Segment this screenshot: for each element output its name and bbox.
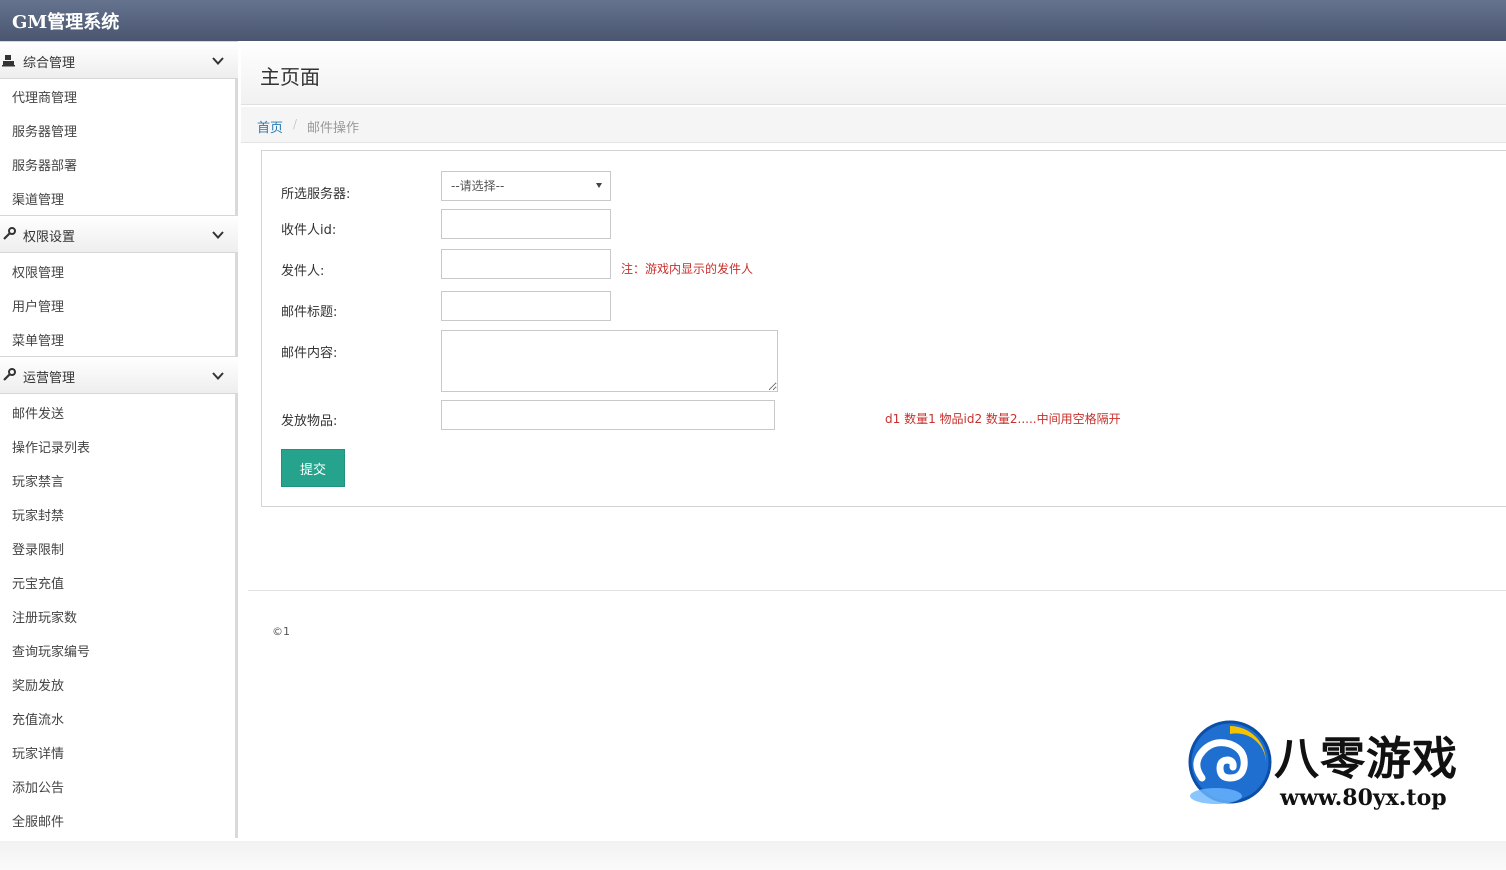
server-select[interactable]: --请选择--	[441, 171, 611, 201]
sidebar-item-reward[interactable]: 奖励发放	[12, 675, 64, 694]
submit-button[interactable]: 提交	[281, 449, 345, 487]
sidebar-item-menu[interactable]: 菜单管理	[12, 330, 64, 349]
breadcrumb: 首页 / 邮件操作	[241, 107, 1506, 143]
breadcrumb-current: 邮件操作	[307, 121, 360, 136]
sender-note: 注：游戏内显示的发件人	[621, 262, 754, 276]
breadcrumb-separator: /	[293, 117, 298, 131]
sidebar-item-operation-log[interactable]: 操作记录列表	[12, 437, 90, 456]
sidebar-item-permission[interactable]: 权限管理	[12, 262, 64, 281]
chevron-down-icon	[211, 53, 225, 67]
sidebar-item-add-notice[interactable]: 添加公告	[12, 777, 64, 796]
sidebar-item-ingot-recharge[interactable]: 元宝充值	[12, 573, 64, 592]
mail-form: 所选服务器: --请选择-- 收件人id: 发件人: 注：游戏内显示的发件人 邮…	[261, 150, 1506, 507]
watermark-name: 八零游戏	[1274, 732, 1459, 785]
items-label: 发放物品:	[281, 414, 338, 429]
chevron-down-icon	[211, 227, 225, 241]
sidebar-item-player-number[interactable]: 查询玩家编号	[12, 641, 90, 660]
sidebar-item-user[interactable]: 用户管理	[12, 296, 64, 315]
recipient-id-label: 收件人id:	[281, 223, 337, 238]
wrench-icon	[2, 368, 16, 382]
sidebar-item-player-ban[interactable]: 玩家封禁	[12, 505, 64, 524]
sidebar: 综合管理 代理商管理 服务器管理 服务器部署 渠道管理 权限设置 权限管理 用户…	[0, 41, 238, 838]
sidebar-item-server[interactable]: 服务器管理	[12, 121, 77, 140]
chevron-down-icon	[211, 368, 225, 382]
sidebar-group-operations[interactable]: 运营管理	[0, 356, 238, 394]
wrench-icon	[2, 227, 16, 241]
app-title: GM管理系统	[12, 12, 120, 33]
mail-content-label: 邮件内容:	[281, 346, 338, 361]
sidebar-item-recharge-flow[interactable]: 充值流水	[12, 709, 64, 728]
caret-down-icon	[596, 183, 602, 188]
bottom-strip	[0, 841, 1506, 870]
sidebar-item-channel[interactable]: 渠道管理	[12, 189, 64, 208]
recipient-id-input[interactable]	[441, 209, 611, 239]
sidebar-item-send-mail[interactable]: 邮件发送	[12, 403, 64, 422]
sidebar-item-registered-players[interactable]: 注册玩家数	[12, 607, 77, 626]
server-select-value: --请选择--	[451, 179, 505, 193]
server-label: 所选服务器:	[281, 187, 351, 202]
watermark-url: www.80yx.top	[1280, 785, 1447, 811]
top-bar: GM管理系统	[0, 0, 1506, 41]
page-header: 主页面	[241, 41, 1506, 105]
watermark: 八零游戏 www.80yx.top	[1186, 713, 1506, 848]
sidebar-group-permissions[interactable]: 权限设置	[0, 215, 238, 253]
sidebar-group-label: 运营管理	[23, 371, 76, 386]
sidebar-group-label: 权限设置	[23, 230, 76, 245]
items-note: d1 数量1 物品id2 数量2.....中间用空格隔开	[885, 412, 1121, 426]
mail-title-label: 邮件标题:	[281, 305, 338, 320]
footer-divider	[248, 590, 1506, 591]
sidebar-group-label: 综合管理	[23, 56, 76, 71]
mail-title-input[interactable]	[441, 291, 611, 321]
page-title: 主页面	[260, 65, 320, 89]
sender-input[interactable]	[441, 249, 611, 279]
mail-content-textarea[interactable]	[441, 330, 778, 392]
user-icon	[2, 53, 16, 67]
footer-copyright: ©1	[272, 625, 290, 638]
sidebar-group-general[interactable]: 综合管理	[0, 41, 238, 79]
items-input[interactable]	[441, 400, 775, 430]
sidebar-item-server-deploy[interactable]: 服务器部署	[12, 155, 77, 174]
sender-label: 发件人:	[281, 264, 325, 279]
sidebar-item-player-mute[interactable]: 玩家禁言	[12, 471, 64, 490]
sidebar-item-player-detail[interactable]: 玩家详情	[12, 743, 64, 762]
sidebar-item-login-limit[interactable]: 登录限制	[12, 539, 64, 558]
breadcrumb-home-link[interactable]: 首页	[257, 117, 283, 136]
sidebar-item-agent[interactable]: 代理商管理	[12, 87, 77, 106]
swirl-logo-icon	[1186, 718, 1274, 808]
sidebar-item-server-mail[interactable]: 全服邮件	[12, 811, 64, 830]
